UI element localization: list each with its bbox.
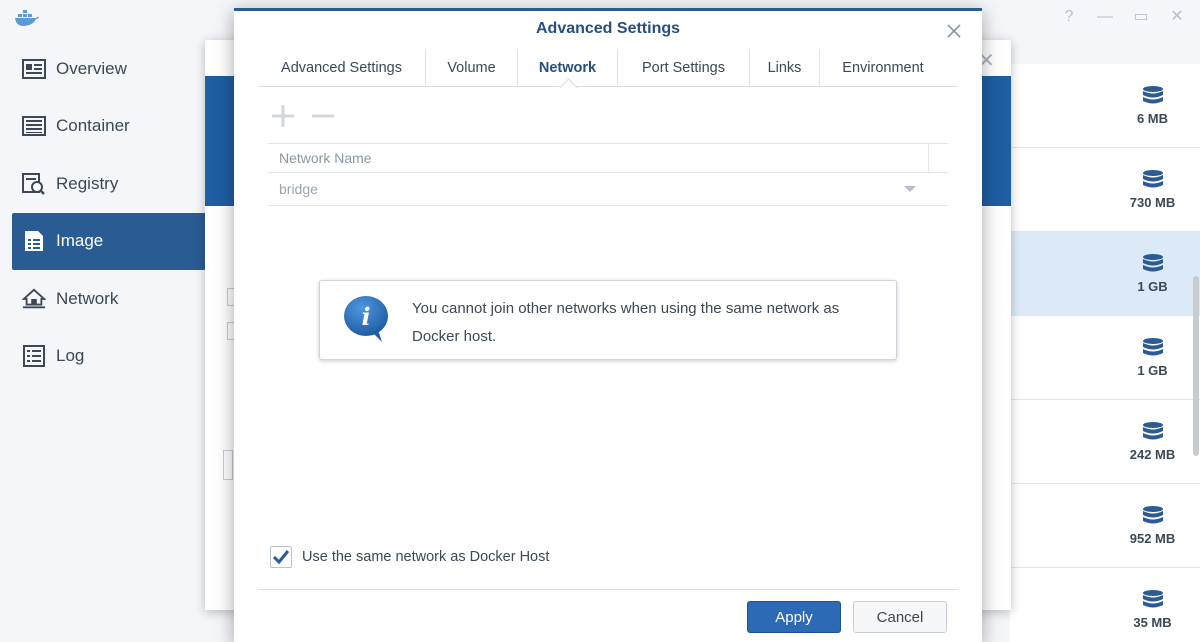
image-size: 952 MB	[1129, 531, 1176, 546]
sidebar-item-network[interactable]: Network	[12, 270, 206, 328]
database-icon	[1142, 254, 1163, 272]
image-icon	[22, 229, 46, 253]
list-item[interactable]: 35 MB	[1010, 568, 1200, 642]
image-size: 1 GB	[1137, 363, 1168, 378]
sidebar-item-label: Overview	[56, 58, 127, 78]
list-item[interactable]: 1 GB	[1010, 316, 1200, 400]
checkmark-icon	[272, 550, 290, 565]
database-icon	[1142, 422, 1163, 440]
checkbox-label[interactable]: Use the same network as Docker Host	[302, 549, 549, 565]
image-list: 6 MB 730 MB 1 GB 1 GB 242 MB 952 MB 35 MB	[1010, 64, 1200, 642]
sidebar-item-label: Registry	[56, 173, 119, 193]
network-table: Network Name bridge	[268, 143, 948, 206]
sidebar: Overview Container Registry Image Networ…	[0, 40, 206, 385]
database-icon	[1142, 506, 1163, 524]
maximize-icon[interactable]: ▭	[1132, 8, 1150, 26]
list-item[interactable]: 730 MB	[1010, 148, 1200, 232]
dialog-title: Advanced Settings	[535, 20, 681, 37]
table-header: Network Name	[268, 143, 948, 174]
remove-icon[interactable]	[310, 103, 336, 129]
footer-divider	[258, 589, 958, 590]
sidebar-item-overview[interactable]: Overview	[12, 40, 206, 98]
sidebar-item-container[interactable]: Container	[12, 98, 206, 156]
network-icon	[22, 287, 46, 311]
help-icon[interactable]: ?	[1060, 8, 1078, 26]
info-message-text: You cannot join other networks when usin…	[412, 300, 840, 345]
image-size: 242 MB	[1129, 447, 1176, 462]
background-button[interactable]	[223, 450, 233, 480]
database-icon	[1142, 170, 1163, 188]
network-name-select[interactable]: bridge	[279, 181, 318, 197]
database-icon	[1142, 86, 1163, 104]
image-size: 730 MB	[1129, 195, 1176, 210]
docker-logo-icon	[15, 10, 39, 26]
network-toolbar	[270, 103, 336, 129]
sidebar-item-label: Network	[56, 288, 119, 308]
database-icon	[1142, 590, 1163, 608]
tab-port-settings[interactable]: Port Settings	[618, 49, 750, 87]
advanced-settings-dialog: Advanced Settings Advanced Settings Volu…	[234, 8, 982, 642]
sidebar-item-log[interactable]: Log	[12, 328, 206, 386]
sidebar-item-registry[interactable]: Registry	[12, 155, 206, 213]
column-divider	[928, 144, 929, 174]
add-icon[interactable]	[270, 103, 296, 129]
tab-volume[interactable]: Volume	[426, 49, 518, 87]
database-icon	[1142, 338, 1163, 356]
log-icon	[22, 344, 46, 368]
close-icon[interactable]	[944, 21, 964, 41]
minimize-icon[interactable]: —	[1096, 8, 1114, 26]
cancel-button[interactable]: Cancel	[853, 601, 947, 633]
close-window-icon[interactable]: ✕	[1168, 8, 1186, 26]
tab-environment[interactable]: Environment	[820, 49, 946, 87]
tab-network[interactable]: Network	[518, 49, 618, 87]
image-size: 1 GB	[1137, 279, 1168, 294]
sidebar-item-image[interactable]: Image	[12, 212, 206, 270]
info-icon: i	[344, 296, 388, 342]
image-size: 6 MB	[1136, 111, 1169, 126]
registry-icon	[22, 172, 46, 196]
list-item[interactable]: 242 MB	[1010, 400, 1200, 484]
same-network-option[interactable]: Use the same network as Docker Host	[270, 546, 549, 568]
table-row[interactable]: bridge	[268, 173, 948, 206]
list-item[interactable]: 6 MB	[1010, 64, 1200, 148]
column-header-network-name: Network Name	[279, 150, 372, 166]
settings-tabs: Advanced Settings Volume Network Port Se…	[258, 49, 958, 87]
chevron-down-icon[interactable]	[904, 186, 916, 192]
svg-text:i: i	[361, 302, 370, 331]
sidebar-item-label: Image	[56, 231, 104, 251]
list-item[interactable]: 1 GB	[1010, 232, 1200, 316]
scrollbar[interactable]	[1193, 276, 1199, 456]
tab-advanced-settings[interactable]: Advanced Settings	[258, 49, 426, 87]
overview-icon	[22, 57, 46, 81]
container-icon	[22, 114, 46, 138]
info-message-box: i You cannot join other networks when us…	[319, 280, 897, 360]
sidebar-item-label: Container	[56, 116, 130, 136]
apply-button[interactable]: Apply	[747, 601, 841, 633]
same-network-checkbox[interactable]	[270, 546, 292, 568]
list-item[interactable]: 952 MB	[1010, 484, 1200, 568]
image-size: 35 MB	[1133, 615, 1172, 630]
sidebar-item-label: Log	[56, 346, 85, 366]
tab-links[interactable]: Links	[750, 49, 820, 87]
